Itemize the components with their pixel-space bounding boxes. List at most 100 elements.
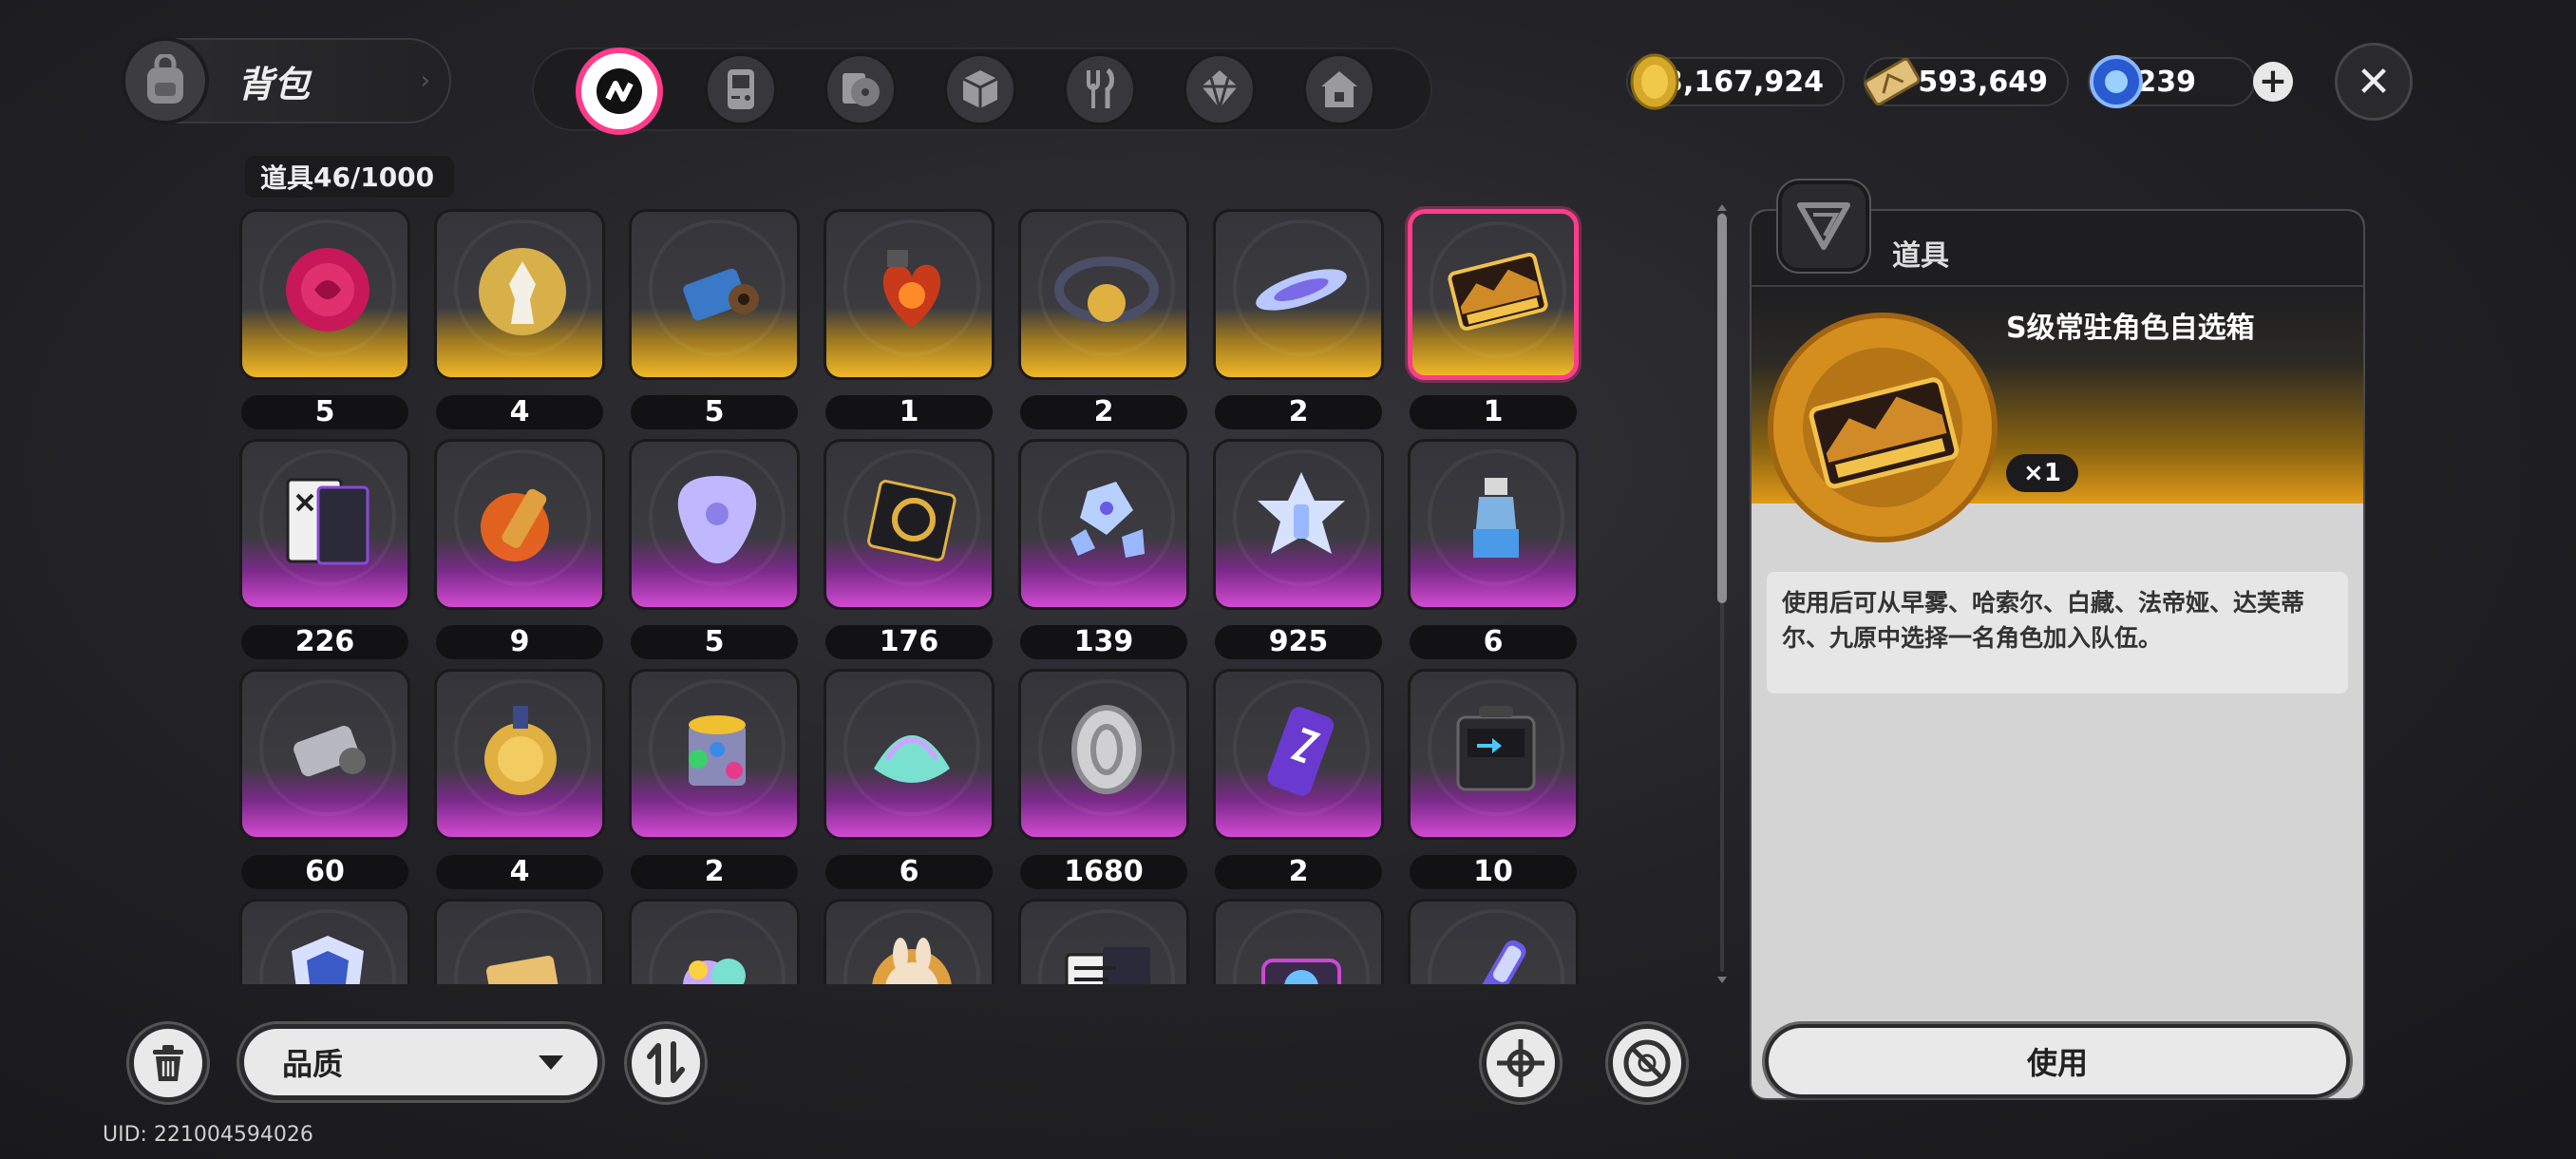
discard-button[interactable]: [129, 1024, 207, 1102]
inventory-slot[interactable]: 4: [434, 669, 605, 889]
blue-crystals-icon: [1070, 482, 1145, 558]
item-card-fire-spark-plug[interactable]: [434, 439, 605, 610]
backpack-icon: [122, 37, 209, 124]
inventory-grid[interactable]: 5 4 5 1 2 2 1 226 9 5 176 139 925 6 60 4 2 6 1680 2 10: [228, 200, 1596, 984]
cube-icon: [962, 70, 998, 108]
inventory-slot[interactable]: 4: [434, 209, 605, 429]
item-card-bunny-badge[interactable]: [824, 899, 994, 984]
inventory-scrollbar[interactable]: [1717, 204, 1727, 983]
sort-order-button[interactable]: [627, 1024, 705, 1102]
silver-coin-icon: [1071, 705, 1142, 794]
item-card-mechanical-heart[interactable]: [824, 209, 994, 380]
energy-drink-icon: [1267, 707, 1335, 796]
item-count-badge: ×1: [2006, 454, 2078, 492]
item-card-glow-tube[interactable]: [1408, 899, 1579, 984]
tab-devices[interactable]: [705, 53, 777, 125]
tab-boxes[interactable]: [944, 53, 1016, 125]
item-card-water-bottle[interactable]: [1408, 439, 1579, 610]
tab-discs[interactable]: [824, 53, 897, 125]
item-card-confetti-pile[interactable]: [629, 899, 800, 984]
item-card-gold-medal[interactable]: [434, 669, 605, 840]
item-card-tape-cards[interactable]: [239, 439, 410, 610]
currency-polychrome: 4,239: [2088, 55, 2255, 108]
item-card-character-select-box[interactable]: [1408, 209, 1579, 380]
item-card-speaker-box[interactable]: [1408, 669, 1579, 840]
filter-button[interactable]: [1608, 1024, 1686, 1102]
inventory-slot[interactable]: [1408, 899, 1579, 984]
item-card-blue-crystals[interactable]: [1018, 439, 1189, 610]
item-card-camera[interactable]: [1213, 899, 1384, 984]
item-card-paint-bucket[interactable]: [629, 669, 800, 840]
pink-wax-seal-icon: [286, 248, 369, 332]
quality-sort-select[interactable]: 品质: [239, 1024, 602, 1100]
item-quantity: 176: [825, 625, 993, 659]
item-card-gold-ticket[interactable]: [434, 899, 605, 984]
tab-furniture[interactable]: [1303, 53, 1375, 125]
item-card-chess-emblem[interactable]: [434, 209, 605, 380]
item-card-blue-spool[interactable]: [629, 209, 800, 380]
inventory-slot[interactable]: 2: [1213, 669, 1384, 889]
item-card-shield-emblem[interactable]: [239, 899, 410, 984]
inventory-slot[interactable]: 2: [629, 669, 800, 889]
scroll-thumb[interactable]: [1717, 214, 1727, 603]
backpack-title-bar[interactable]: 背包 ›: [122, 37, 451, 124]
disc-icon: [843, 73, 880, 106]
inventory-slot[interactable]: 2: [1018, 209, 1189, 429]
inventory-slot[interactable]: [434, 899, 605, 984]
inventory-slot[interactable]: 176: [824, 439, 994, 659]
inventory-slot[interactable]: 1: [824, 209, 994, 429]
inventory-slot[interactable]: 925: [1213, 439, 1384, 659]
inventory-slot[interactable]: 1680: [1018, 669, 1189, 889]
inventory-slot[interactable]: 139: [1018, 439, 1189, 659]
item-card-silver-coin[interactable]: [1018, 669, 1189, 840]
currency-dennies: 3,167,924: [1626, 53, 1845, 110]
item-quantity: 1680: [1020, 855, 1187, 889]
tab-food[interactable]: [1064, 53, 1136, 125]
item-card-champion-belt[interactable]: [1018, 209, 1189, 380]
inventory-slot[interactable]: 9: [434, 439, 605, 659]
inventory-slot[interactable]: 5: [629, 439, 800, 659]
trash-icon: [153, 1045, 183, 1081]
tab-parts[interactable]: [1184, 53, 1256, 125]
inventory-slot[interactable]: 60: [239, 669, 410, 889]
item-card-document-card[interactable]: [1018, 899, 1189, 984]
inventory-slot[interactable]: 1: [1408, 209, 1579, 429]
close-button[interactable]: ✕: [2335, 43, 2413, 121]
inventory-slot[interactable]: [1213, 899, 1384, 984]
ticket-value: 593,649: [1918, 65, 2048, 99]
item-card-gear-case[interactable]: [824, 439, 994, 610]
fork-knife-icon: [1087, 67, 1114, 108]
inventory-slot[interactable]: [629, 899, 800, 984]
gear-case-icon: [867, 480, 957, 561]
inventory-slot[interactable]: 5: [239, 209, 410, 429]
item-quantity: 10: [1410, 855, 1577, 889]
item-card-silver-spool[interactable]: [239, 669, 410, 840]
inventory-slot[interactable]: 6: [824, 669, 994, 889]
tape-cards-icon: [286, 478, 369, 565]
locate-button[interactable]: [1482, 1024, 1560, 1102]
item-quantity: 139: [1020, 625, 1187, 659]
item-card-holo-scales[interactable]: [824, 669, 994, 840]
inventory-slot[interactable]: 10: [1408, 669, 1579, 889]
character-select-box-icon: [1448, 253, 1548, 331]
item-card-ice-flask-emblem[interactable]: [1213, 439, 1384, 610]
paint-bucket-icon: [689, 715, 746, 786]
inventory-slot[interactable]: 5: [629, 209, 800, 429]
item-card-energy-drink[interactable]: [1213, 669, 1384, 840]
blue-spool-icon: [683, 268, 759, 321]
crystal-icon: [1202, 70, 1238, 111]
add-currency-button[interactable]: +: [2253, 62, 2293, 102]
inventory-slot[interactable]: [1018, 899, 1189, 984]
inventory-slot[interactable]: 226: [239, 439, 410, 659]
inventory-slot[interactable]: [824, 899, 994, 984]
use-button[interactable]: 使用: [1765, 1024, 2350, 1098]
item-card-pink-wax-seal[interactable]: [239, 209, 410, 380]
inventory-slot[interactable]: [239, 899, 410, 984]
item-card-glass-pick[interactable]: [629, 439, 800, 610]
inventory-category-label: 道具: [260, 162, 314, 194]
inventory-slot[interactable]: 2: [1213, 209, 1384, 429]
item-card-crystal-surfboard[interactable]: [1213, 209, 1384, 380]
tab-items[interactable]: [576, 48, 663, 135]
inventory-slot[interactable]: 6: [1408, 439, 1579, 659]
water-bottle-icon: [1473, 478, 1519, 558]
